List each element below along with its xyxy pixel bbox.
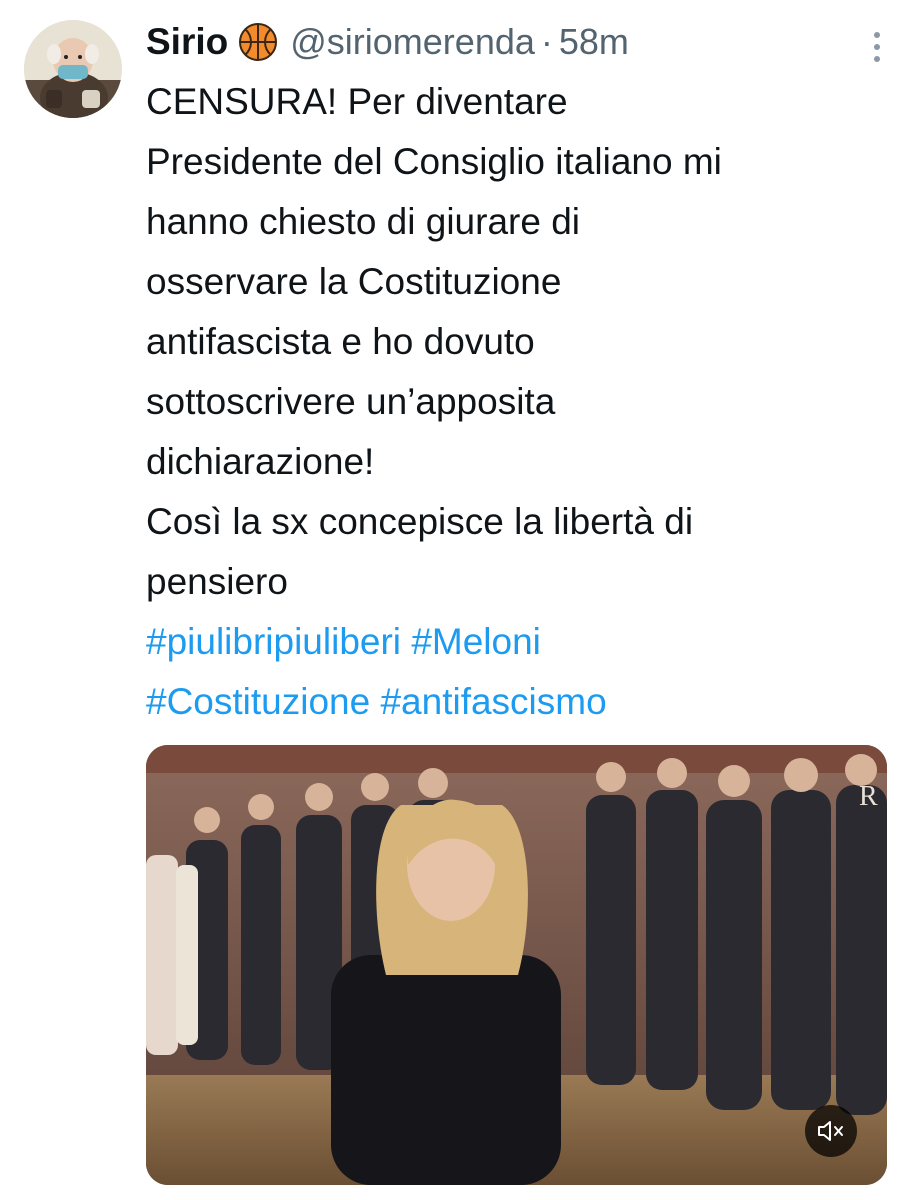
user-handle[interactable]: @siriomerenda: [290, 21, 535, 63]
video-watermark: R: [859, 781, 878, 812]
hashtag-link[interactable]: #Meloni: [411, 621, 541, 662]
tweet-text: CENSURA! Per diventare Presidente del Co…: [146, 81, 722, 602]
timestamp[interactable]: 58m: [559, 21, 629, 63]
more-vertical-icon[interactable]: [871, 30, 883, 64]
avatar[interactable]: [24, 20, 122, 118]
avatar-knitted-figure-icon: [24, 20, 122, 118]
video-player[interactable]: R: [146, 745, 887, 1185]
hashtag-link[interactable]: #Costituzione: [146, 681, 370, 722]
hashtag-list: #piulibripiuliberi #Meloni #Costituzione…: [146, 612, 891, 732]
volume-muted-icon[interactable]: [805, 1105, 857, 1157]
basketball-icon: [238, 22, 278, 62]
hashtag-link[interactable]: #antifascismo: [380, 681, 606, 722]
video-frame-image: R: [146, 745, 887, 1185]
hashtag-link[interactable]: #piulibripiuliberi: [146, 621, 401, 662]
tweet-header: Sirio @siriomerenda · 58m: [146, 14, 891, 70]
display-name[interactable]: Sirio: [146, 21, 228, 63]
tweet[interactable]: Sirio @siriomerenda · 58m CENSURA! Per d…: [146, 14, 891, 732]
separator-dot: ·: [540, 21, 553, 62]
